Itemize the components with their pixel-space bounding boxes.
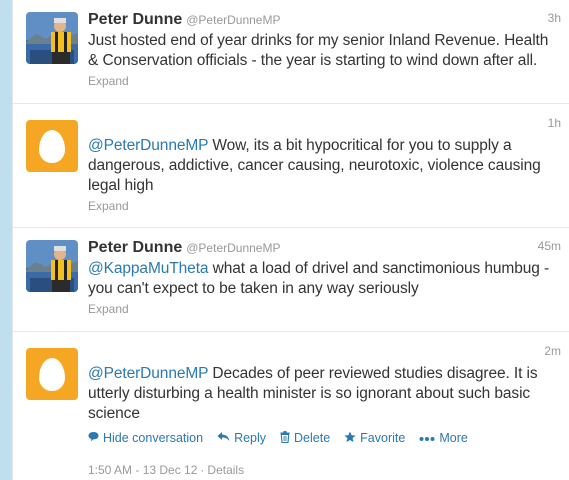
default-egg-avatar <box>26 348 78 400</box>
tweet-actions: Hide conversation Reply Delete Favorite … <box>88 430 561 446</box>
tweet-content: 2m @PeterDunneMP Decades of peer reviewe… <box>88 344 561 477</box>
favorite-button[interactable]: Favorite <box>344 431 405 446</box>
mention-link[interactable]: @PeterDunneMP <box>88 137 208 154</box>
default-egg-avatar <box>26 120 78 172</box>
mention-link[interactable]: @PeterDunneMP <box>88 365 208 382</box>
details-link[interactable]: Details <box>207 463 244 477</box>
tweet-item[interactable]: Peter Dunne @PeterDunneMP 45m @KappaMuTh… <box>13 228 569 332</box>
more-label: More <box>439 431 468 445</box>
hide-conversation-button[interactable]: Hide conversation <box>88 431 203 445</box>
reply-button[interactable]: Reply <box>217 431 266 445</box>
expand-link[interactable]: Expand <box>88 74 561 88</box>
avatar[interactable] <box>26 240 78 292</box>
expand-link[interactable]: Expand <box>88 199 561 213</box>
reply-arrow-icon <box>217 431 230 445</box>
tweet-item[interactable]: 1h @PeterDunneMP Wow, its a bit hypocrit… <box>13 104 569 228</box>
avatar-photo-peter-dunne <box>26 240 78 292</box>
delete-button[interactable]: Delete <box>280 430 331 446</box>
avatar[interactable] <box>26 12 78 64</box>
tweet-header: Peter Dunne @PeterDunneMP 45m <box>88 239 561 259</box>
egg-icon <box>39 129 65 163</box>
fullname[interactable]: Peter Dunne <box>88 11 182 29</box>
tweet-content: Peter Dunne @PeterDunneMP 45m @KappaMuTh… <box>88 239 561 316</box>
tweet-item[interactable]: Peter Dunne @PeterDunneMP 3h Just hosted… <box>13 0 569 104</box>
avatar[interactable] <box>26 120 78 172</box>
egg-icon <box>39 357 65 391</box>
tweet-time[interactable]: 2m <box>544 344 561 358</box>
favorite-label: Favorite <box>360 431 406 445</box>
delete-label: Delete <box>294 431 331 445</box>
hide-conversation-label: Hide conversation <box>103 431 204 445</box>
avatar-photo-peter-dunne <box>26 12 78 64</box>
tweet-content: Peter Dunne @PeterDunneMP 3h Just hosted… <box>88 11 561 88</box>
tweet-text: @PeterDunneMP Decades of peer reviewed s… <box>88 364 561 424</box>
tweet-time[interactable]: 3h <box>548 11 561 25</box>
tweet-text: @KappaMuTheta what a load of drivel and … <box>88 259 561 299</box>
more-button[interactable]: More <box>419 431 468 445</box>
fullname[interactable]: Peter Dunne <box>88 239 182 257</box>
tweet-text: @PeterDunneMP Wow, its a bit hypocritica… <box>88 136 561 196</box>
separator: · <box>200 463 205 477</box>
trash-icon <box>280 430 290 446</box>
tweet-content: 1h @PeterDunneMP Wow, its a bit hypocrit… <box>88 116 561 213</box>
username[interactable]: @PeterDunneMP <box>186 13 280 27</box>
tweet-header: 1h <box>88 116 561 136</box>
speech-bubble-icon <box>88 431 99 445</box>
tweet-item-expanded[interactable]: 2m @PeterDunneMP Decades of peer reviewe… <box>13 332 569 480</box>
expand-link[interactable]: Expand <box>88 302 561 316</box>
tweet-time[interactable]: 1h <box>548 116 561 130</box>
tweet-time[interactable]: 45m <box>538 239 561 253</box>
avatar[interactable] <box>26 348 78 400</box>
username[interactable]: @PeterDunneMP <box>186 241 280 255</box>
star-icon <box>344 431 356 446</box>
ellipsis-icon <box>419 431 435 445</box>
mention-link[interactable]: @KappaMuTheta <box>88 260 209 277</box>
tweet-header: 2m <box>88 344 561 364</box>
tweet-header: Peter Dunne @PeterDunneMP 3h <box>88 11 561 31</box>
tweet-text: Just hosted end of year drinks for my se… <box>88 32 549 69</box>
timeline: Peter Dunne @PeterDunneMP 3h Just hosted… <box>12 0 569 480</box>
reply-label: Reply <box>234 431 267 445</box>
tweet-timestamp[interactable]: 1:50 AM - 13 Dec 12 <box>88 463 197 477</box>
tweet-metadata: 1:50 AM - 13 Dec 12 · Details <box>88 463 561 477</box>
